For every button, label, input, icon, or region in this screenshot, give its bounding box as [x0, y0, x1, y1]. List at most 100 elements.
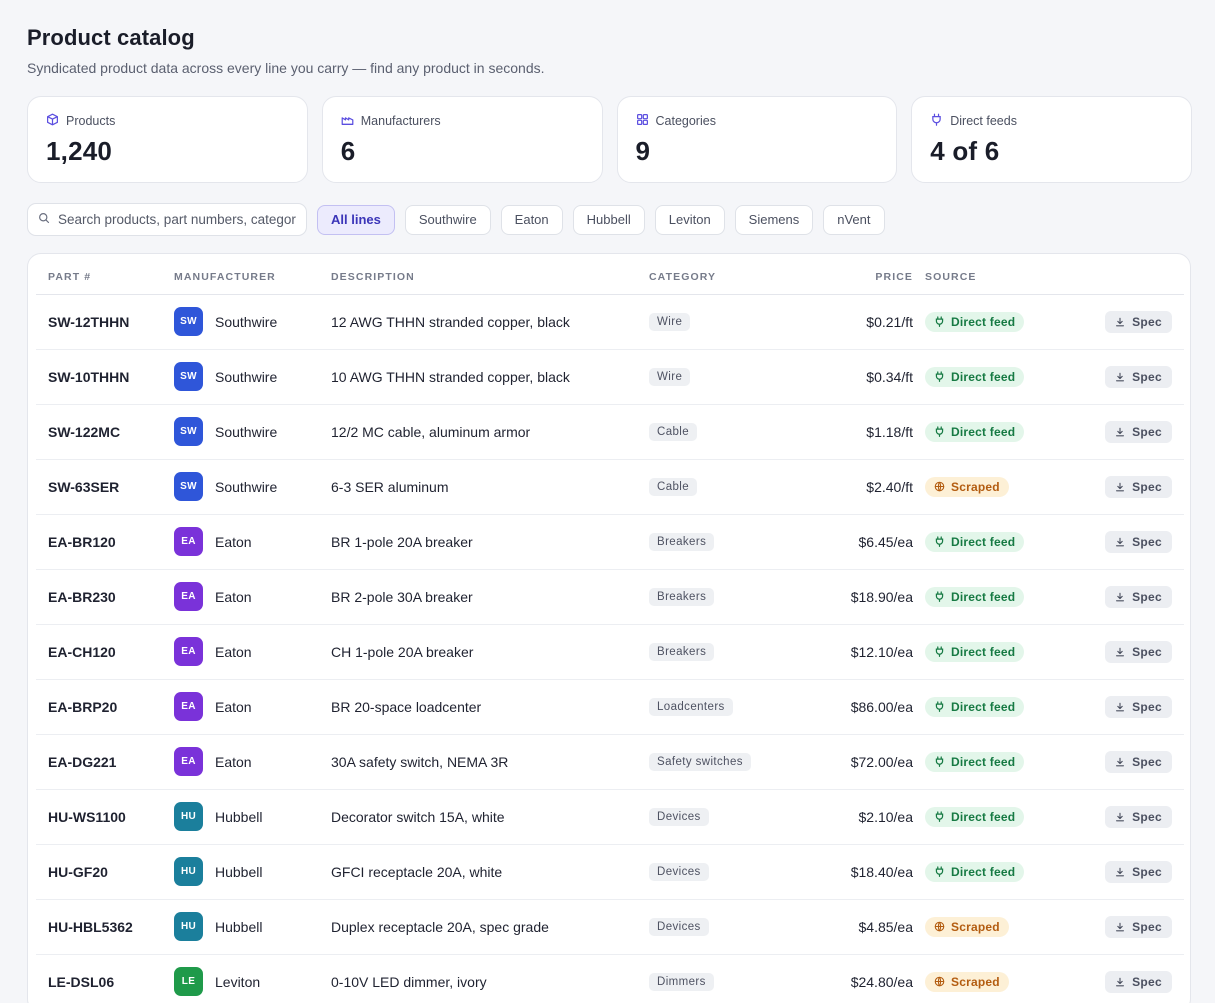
part-number: HU-HBL5362 [36, 899, 174, 955]
spec-download-button[interactable]: Spec [1105, 860, 1172, 883]
manufacturer-avatar: EA [174, 692, 203, 721]
column-header-manufacturer[interactable]: MANUFACTURER [174, 254, 331, 295]
column-header-category[interactable]: CATEGORY [649, 254, 799, 295]
spec-download-button[interactable]: Spec [1105, 695, 1172, 718]
manufacturer-cell: SW Southwire [174, 404, 331, 460]
filter-chip-leviton[interactable]: Leviton [654, 204, 725, 235]
description: BR 1-pole 20A breaker [331, 514, 649, 570]
category-tag: Breakers [649, 588, 715, 606]
manufacturer-avatar: HU [174, 912, 203, 941]
spec-download-button[interactable]: Spec [1105, 970, 1172, 993]
spec-label: Spec [1132, 974, 1162, 989]
stat-card-products: Products 1,240 [27, 96, 308, 183]
plug-icon [934, 811, 945, 822]
manufacturer-cell: SW Southwire [174, 294, 331, 350]
stat-card-categories: Categories 9 [616, 96, 898, 183]
description: 0-10V LED dimmer, ivory [331, 954, 649, 1003]
source-label: Direct feed [951, 644, 1016, 659]
filter-chip-southwire[interactable]: Southwire [404, 204, 491, 235]
source-cell: Direct feed [925, 679, 1075, 735]
table-row[interactable]: HU-GF20 HU Hubbell GFCI receptacle 20A, whi… [36, 844, 1184, 900]
table-row[interactable]: EA-BRP20 EA Eaton BR 20-space loadcenter Loa… [36, 679, 1184, 735]
download-icon [1115, 702, 1125, 712]
part-number: SW-122MC [36, 404, 174, 460]
spec-label: Spec [1132, 479, 1162, 494]
manufacturer-name: Hubbell [215, 918, 263, 935]
category-tag: Dimmers [649, 973, 714, 991]
manufacturer-name: Eaton [215, 698, 252, 715]
spec-download-button[interactable]: Spec [1105, 365, 1172, 388]
manufacturer-cell: EA Eaton [174, 569, 331, 625]
spec-download-button[interactable]: Spec [1105, 585, 1172, 608]
source-label: Direct feed [951, 809, 1016, 824]
filter-chip-hubbell[interactable]: Hubbell [572, 204, 645, 235]
download-icon [1115, 427, 1125, 437]
actions-cell: Spec [1075, 624, 1184, 680]
category-cell: Dimmers [649, 954, 799, 1003]
source-badge: Direct feed [925, 861, 1025, 882]
search-box[interactable] [27, 203, 307, 236]
source-cell: Scraped [925, 459, 1075, 515]
filter-chip-nvent[interactable]: nVent [823, 204, 885, 235]
column-header-part[interactable]: PART # [36, 254, 174, 295]
manufacturer-cell: EA Eaton [174, 734, 331, 790]
category-cell: Loadcenters [649, 679, 799, 735]
spec-download-button[interactable]: Spec [1105, 805, 1172, 828]
table-row[interactable]: EA-BR120 EA Eaton BR 1-pole 20A breaker Brea… [36, 514, 1184, 570]
source-badge: Scraped [925, 971, 1009, 992]
source-label: Direct feed [951, 864, 1016, 879]
globe-icon [934, 976, 945, 987]
page-title: Product catalog [27, 25, 195, 50]
filter-chip-siemens[interactable]: Siemens [734, 204, 814, 235]
filter-bar: All lines Southwire Eaton Hubbell Leviton Sie… [27, 203, 1192, 236]
table-row[interactable]: EA-BR230 EA Eaton BR 2-pole 30A breaker Brea… [36, 569, 1184, 625]
spec-download-button[interactable]: Spec [1105, 475, 1172, 498]
table-row[interactable]: SW-12THHN SW Southwire 12 AWG THHN stranded… [36, 294, 1184, 350]
spec-download-button[interactable]: Spec [1105, 640, 1172, 663]
actions-cell: Spec [1075, 459, 1184, 515]
download-icon [1115, 977, 1125, 987]
source-badge: Direct feed [925, 531, 1025, 552]
part-number: EA-BR120 [36, 514, 174, 570]
manufacturer-cell: SW Southwire [174, 349, 331, 405]
table-row[interactable]: LE-DSL06 LE Leviton 0-10V LED dimmer, ivory… [36, 954, 1184, 1003]
table-row[interactable]: SW-63SER SW Southwire 6-3 SER aluminum Cable… [36, 459, 1184, 515]
spec-download-button[interactable]: Spec [1105, 420, 1172, 443]
category-tag: Breakers [649, 643, 715, 661]
filter-chip-all-lines[interactable]: All lines [317, 204, 395, 235]
actions-cell: Spec [1075, 734, 1184, 790]
category-tag: Devices [649, 808, 709, 826]
stat-card-direct-feeds: Direct feeds 4 of 6 [911, 96, 1192, 183]
column-header-description[interactable]: DESCRIPTION [331, 254, 649, 295]
table-row[interactable]: EA-CH120 EA Eaton CH 1-pole 20A breaker Brea… [36, 624, 1184, 680]
spec-download-button[interactable]: Spec [1105, 750, 1172, 773]
table-row[interactable]: EA-DG221 EA Eaton 30A safety switch, NEMA 3… [36, 734, 1184, 790]
spec-download-button[interactable]: Spec [1105, 530, 1172, 553]
source-cell: Direct feed [925, 514, 1075, 570]
part-number: EA-BRP20 [36, 679, 174, 735]
description: CH 1-pole 20A breaker [331, 624, 649, 680]
manufacturer-avatar: HU [174, 857, 203, 886]
spec-label: Spec [1132, 919, 1162, 934]
plug-icon [934, 646, 945, 657]
source-cell: Scraped [925, 899, 1075, 955]
part-number: EA-BR230 [36, 569, 174, 625]
actions-cell: Spec [1075, 954, 1184, 1003]
part-number: EA-DG221 [36, 734, 174, 790]
manufacturer-cell: HU Hubbell [174, 789, 331, 845]
table-row[interactable]: HU-WS1100 HU Hubbell Decorator switch 15A, … [36, 789, 1184, 845]
spec-download-button[interactable]: Spec [1105, 915, 1172, 938]
table-row[interactable]: SW-10THHN SW Southwire 10 AWG THHN stranded… [36, 349, 1184, 405]
column-header-price[interactable]: PRICE [799, 254, 925, 295]
table-row[interactable]: SW-122MC SW Southwire 12/2 MC cable, alumin… [36, 404, 1184, 460]
description: 10 AWG THHN stranded copper, black [331, 349, 649, 405]
column-header-source[interactable]: SOURCE [925, 254, 1075, 295]
description: GFCI receptacle 20A, white [331, 844, 649, 900]
filter-chip-eaton[interactable]: Eaton [500, 204, 563, 235]
actions-cell: Spec [1075, 789, 1184, 845]
search-input[interactable] [58, 212, 296, 227]
spec-download-button[interactable]: Spec [1105, 310, 1172, 333]
table-row[interactable]: HU-HBL5362 HU Hubbell Duplex receptacle 20A… [36, 899, 1184, 955]
price: $18.90/ea [799, 569, 925, 625]
spec-label: Spec [1132, 314, 1162, 329]
